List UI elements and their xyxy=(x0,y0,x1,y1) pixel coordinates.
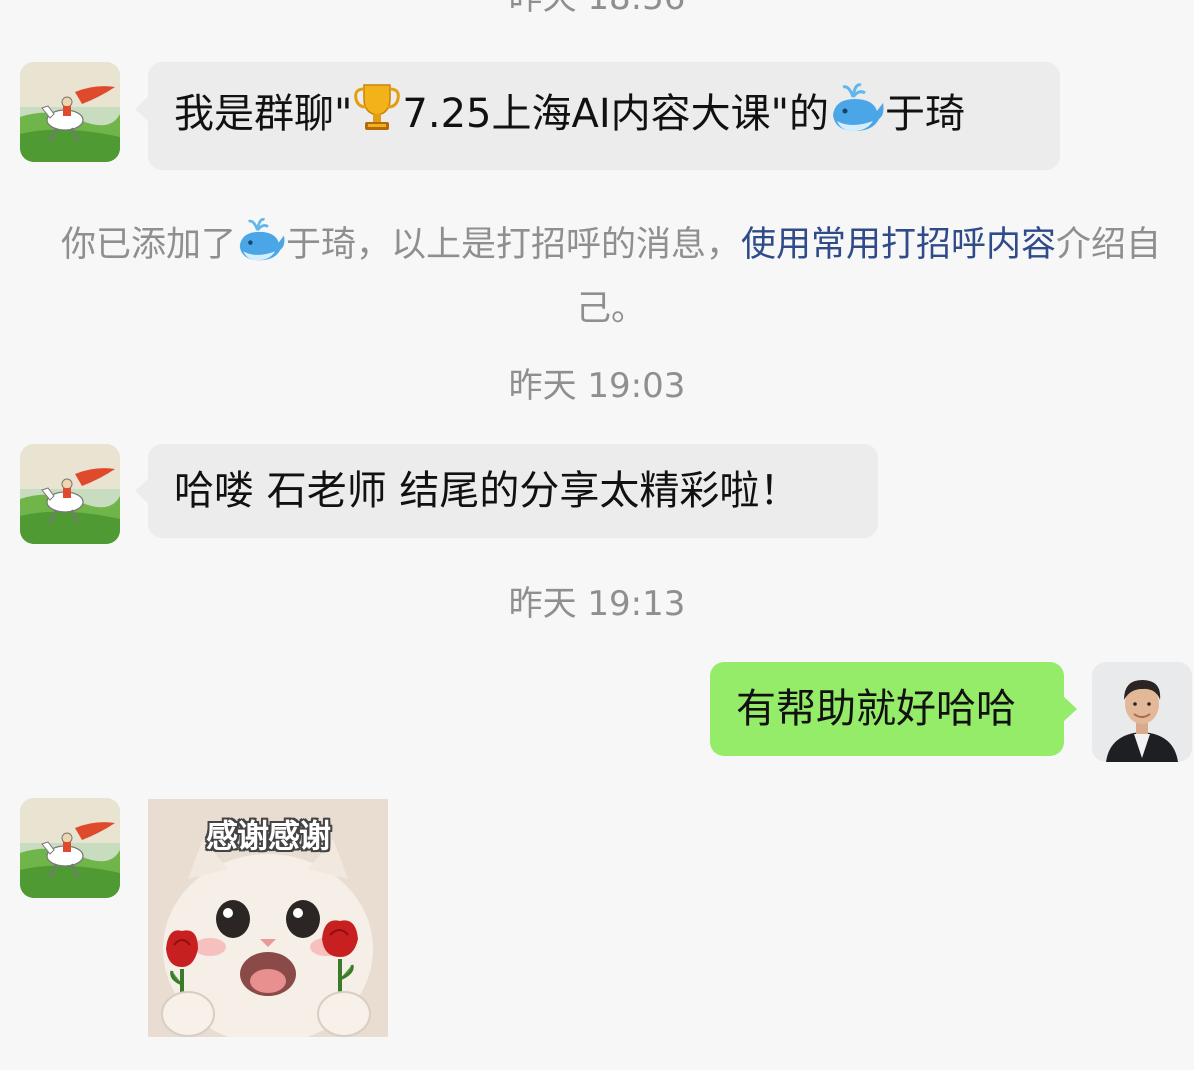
system-notice-text: 于琦，以上是打招呼的消息， xyxy=(285,225,741,265)
system-notice: 你已添加了 于琦，以上是打招呼的消息，使用常用打招呼内容介绍自己。 xyxy=(36,216,1186,338)
contact-avatar-image xyxy=(20,62,120,162)
message-text: 7.25上海AI内容大课"的 xyxy=(402,91,830,137)
message-text: 我是群聊" xyxy=(174,91,353,137)
contact-avatar-image xyxy=(20,798,120,898)
timestamp: 昨天 18:56 xyxy=(0,0,1194,18)
timestamp: 昨天 19:13 xyxy=(508,584,686,624)
message-text: 有帮助就好哈哈 xyxy=(736,686,1016,732)
sticker-message[interactable]: 感谢感谢 xyxy=(148,799,388,1037)
timestamp: 昨天 19:03 xyxy=(508,366,686,406)
use-common-greeting-link[interactable]: 使用常用打招呼内容 xyxy=(741,225,1056,265)
trophy-icon xyxy=(352,81,402,148)
contact-avatar[interactable] xyxy=(20,798,120,898)
sticker-caption: 感谢感谢 xyxy=(205,817,331,855)
contact-avatar-image xyxy=(20,444,120,544)
contact-avatar[interactable] xyxy=(20,444,120,544)
system-notice-text: 你已添加了 xyxy=(60,225,236,265)
outgoing-message-bubble[interactable]: 有帮助就好哈哈 xyxy=(710,662,1077,756)
incoming-message-bubble[interactable]: 我是群聊" 7.25上海AI内容大课"的 于琦 xyxy=(135,62,1060,170)
my-avatar[interactable] xyxy=(1092,662,1192,762)
message-text: 于琦 xyxy=(885,91,966,137)
contact-avatar[interactable] xyxy=(20,62,120,162)
spouting-whale-icon xyxy=(236,216,286,280)
incoming-message-bubble[interactable]: 哈喽 石老师 结尾的分享太精彩啦！ xyxy=(135,444,878,538)
chat-message-list[interactable]: 昨天 18:56 我是群聊" 7.25上海AI内容大课"的 xyxy=(0,0,1194,1070)
spouting-whale-icon xyxy=(829,81,885,148)
my-avatar-image xyxy=(1092,662,1192,762)
message-text: 哈喽 石老师 结尾的分享太精彩啦！ xyxy=(174,468,800,514)
